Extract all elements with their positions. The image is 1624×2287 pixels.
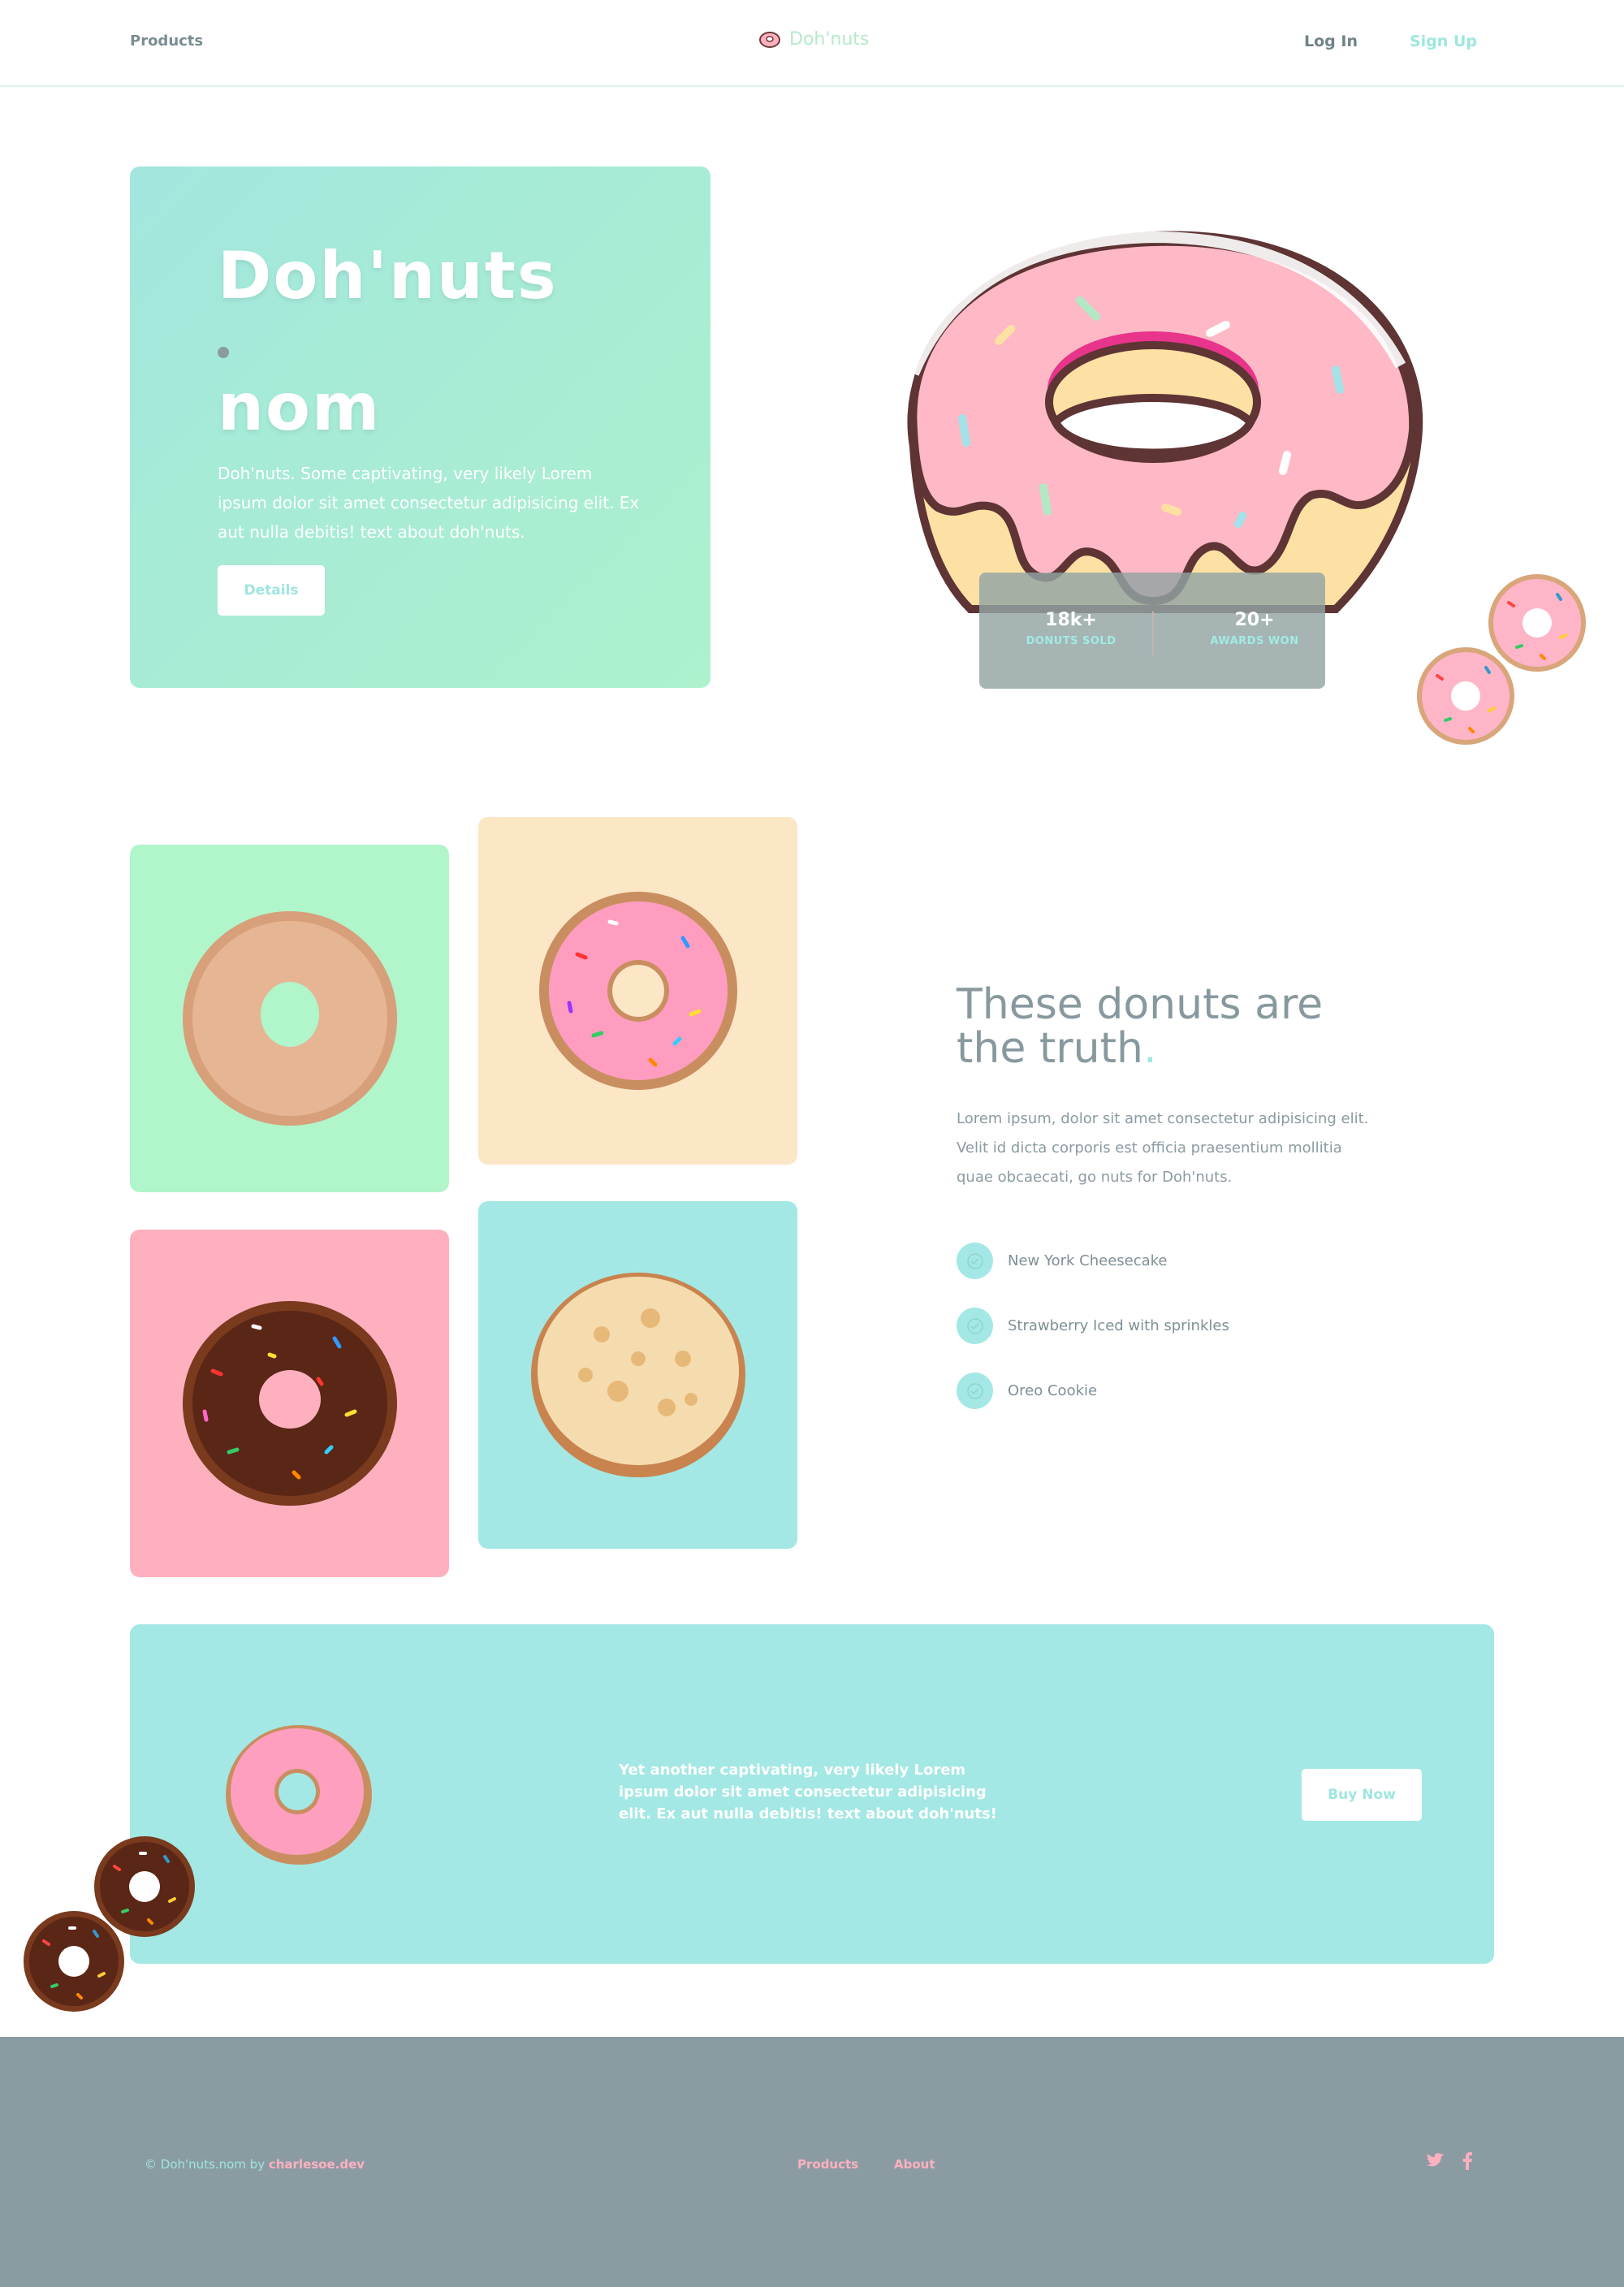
details-button[interactable]: Details	[218, 565, 325, 616]
signup-link[interactable]: Sign Up	[1410, 32, 1477, 50]
cta-banner: Yet another captivating, very likely Lor…	[130, 1624, 1494, 1964]
truth-description: Lorem ipsum, dolor sit amet consectetur …	[957, 1110, 1369, 1186]
donut-logo-icon	[759, 31, 780, 48]
copyright-text: © Doh'nuts.nom by	[145, 2157, 269, 2172]
crumble-donut-image	[530, 1273, 745, 1477]
flavor-item: New York Cheesecake	[957, 1243, 1168, 1279]
flavor-label: Oreo Cookie	[1008, 1382, 1098, 1399]
brand-logo[interactable]: Doh'nuts	[758, 29, 869, 50]
hero-dot	[218, 347, 229, 358]
sugar-donut-image	[182, 911, 397, 1126]
login-link[interactable]: Log In	[1304, 32, 1358, 50]
stat-value: 20+	[1234, 610, 1275, 630]
stat-awards-won: 20+ AWARDS WON	[1173, 610, 1336, 647]
nav-products-link[interactable]: Products	[130, 32, 203, 50]
author-link[interactable]: charlesoe.dev	[269, 2157, 365, 2172]
truth-heading-text: These donuts are the truth	[957, 980, 1324, 1073]
check-icon	[957, 1308, 993, 1344]
hero-subtitle: nom	[218, 370, 382, 445]
stat-donuts-sold: 18k+ DONUTS SOLD	[990, 610, 1152, 647]
chocolate-sprinkle-donut-image	[182, 1301, 397, 1506]
twitter-icon[interactable]	[1427, 2152, 1445, 2168]
chocolate-sprinkle-donut-tile	[130, 1230, 449, 1577]
stats-box: 18k+ DONUTS SOLD 20+ AWARDS WON	[979, 573, 1325, 689]
truth-heading: These donuts are the truth.	[957, 983, 1379, 1070]
top-nav: Products Doh'nuts Log In Sign Up	[0, 0, 1624, 87]
check-icon	[957, 1373, 993, 1409]
brand-name: Doh'nuts	[789, 29, 870, 50]
sugar-donut-tile	[130, 845, 449, 1192]
crumble-donut-tile	[478, 1201, 797, 1549]
footer: © Doh'nuts.nom by charlesoe.dev Products…	[0, 2037, 1624, 2287]
pink-sprinkle-donut-image	[1417, 647, 1514, 745]
flavor-item: Strawberry Iced with sprinkles	[957, 1308, 1229, 1344]
stat-label: DONUTS SOLD	[1026, 635, 1116, 647]
pink-sprinkle-donut-image	[538, 892, 737, 1090]
stat-value: 18k+	[1045, 610, 1097, 630]
copyright: © Doh'nuts.nom by charlesoe.dev	[145, 2157, 365, 2172]
flavor-label: Strawberry Iced with sprinkles	[1008, 1317, 1229, 1334]
hero-description: Doh'nuts. Some captivating, very likely …	[218, 464, 640, 542]
footer-about-link[interactable]: About	[894, 2157, 935, 2172]
flavor-item: Oreo Cookie	[957, 1373, 1097, 1409]
chocolate-sprinkle-donut-image	[24, 1911, 124, 2012]
hero-card: Doh'nuts nom Doh'nuts. Some captivating,…	[130, 166, 710, 688]
pink-sprinkle-donut-tile	[478, 817, 797, 1165]
footer-products-link[interactable]: Products	[797, 2157, 858, 2172]
stat-label: AWARDS WON	[1210, 635, 1299, 647]
pink-glazed-donut-image	[226, 1725, 372, 1865]
cta-text: Yet another captivating, very likely Lor…	[619, 1762, 997, 1822]
facebook-icon[interactable]	[1462, 2152, 1473, 2170]
stats-divider	[1152, 612, 1154, 655]
truth-heading-accent: .	[1142, 1024, 1157, 1073]
buy-now-button[interactable]: Buy Now	[1302, 1769, 1422, 1821]
flavor-label: New York Cheesecake	[1008, 1252, 1168, 1269]
hero-title: Doh'nuts	[218, 238, 558, 313]
check-icon	[957, 1243, 993, 1279]
